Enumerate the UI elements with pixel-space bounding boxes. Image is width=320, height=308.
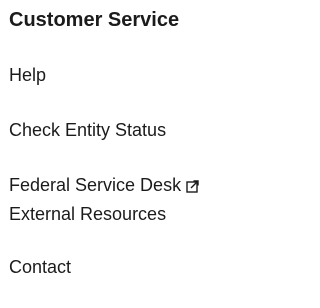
list-item-external-resources: External Resources (9, 200, 166, 228)
contact-link[interactable]: Contact (9, 253, 71, 281)
help-link[interactable]: Help (9, 61, 46, 89)
check-entity-status-link[interactable]: Check Entity Status (9, 116, 166, 144)
list-item-contact: Contact (9, 253, 71, 281)
federal-service-desk-label: Federal Service Desk (9, 175, 182, 195)
external-link-icon (186, 179, 199, 193)
external-resources-link[interactable]: External Resources (9, 200, 166, 228)
list-item-help: Help (9, 61, 46, 89)
section-heading: Customer Service (9, 9, 180, 31)
list-item-check-entity-status: Check Entity Status (9, 116, 166, 144)
customer-service-section: Customer Service Help Check Entity Statu… (0, 0, 262, 308)
list-item-federal-service-desk: Federal Service Desk (9, 171, 199, 199)
federal-service-desk-link[interactable]: Federal Service Desk (9, 171, 199, 199)
